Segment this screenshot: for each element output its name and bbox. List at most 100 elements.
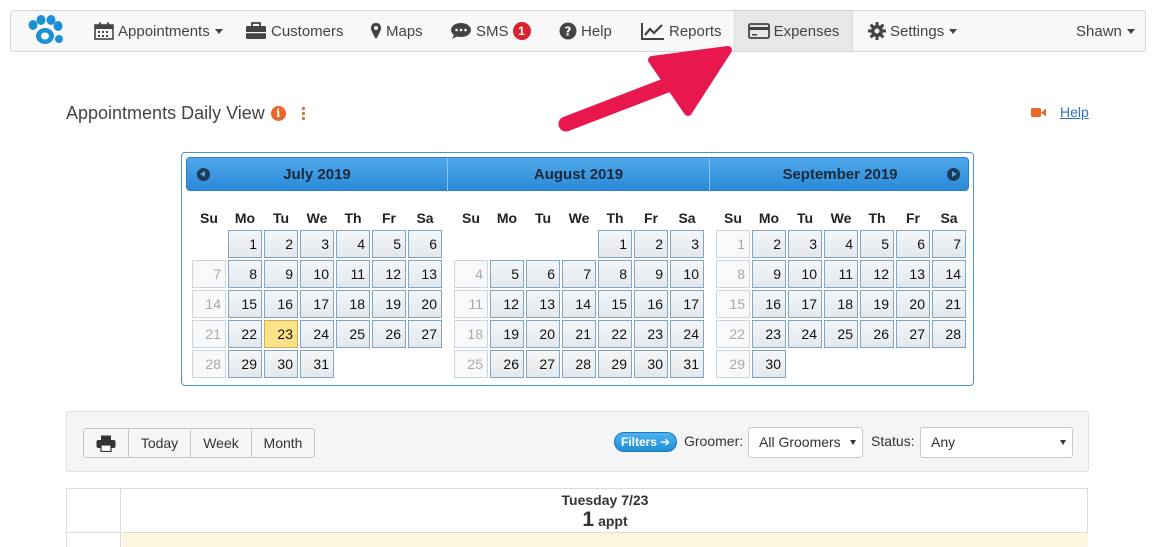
calendar-day[interactable]: 12 — [860, 260, 894, 288]
calendar-day[interactable]: 3 — [788, 230, 822, 258]
calendar-day[interactable]: 9 — [264, 260, 298, 288]
calendar-day[interactable]: 17 — [788, 290, 822, 318]
calendar-day[interactable]: 29 — [598, 350, 632, 378]
calendar-day[interactable]: 10 — [788, 260, 822, 288]
calendar-day[interactable]: 21 — [932, 290, 966, 318]
calendar-day[interactable]: 7 — [932, 230, 966, 258]
calendar-day[interactable]: 30 — [264, 350, 298, 378]
calendar-day-sunday[interactable]: 1 — [716, 230, 750, 258]
calendar-day-sunday[interactable]: 21 — [192, 320, 226, 348]
calendar-day[interactable]: 16 — [264, 290, 298, 318]
calendar-day[interactable]: 29 — [228, 350, 262, 378]
calendar-day[interactable]: 11 — [336, 260, 370, 288]
calendar-day[interactable]: 13 — [526, 290, 560, 318]
user-menu[interactable]: Shawn — [1076, 11, 1135, 51]
calendar-day[interactable]: 26 — [860, 320, 894, 348]
calendar-day[interactable]: 22 — [228, 320, 262, 348]
day-column-header[interactable]: Tuesday 7/23 1 appt — [122, 489, 1088, 533]
calendar-day[interactable]: 17 — [670, 290, 704, 318]
calendar-day[interactable]: 19 — [372, 290, 406, 318]
calendar-day[interactable]: 8 — [598, 260, 632, 288]
calendar-day[interactable]: 3 — [670, 230, 704, 258]
calendar-day[interactable]: 22 — [598, 320, 632, 348]
nav-sms[interactable]: SMS 1 — [450, 11, 531, 51]
calendar-day[interactable]: 14 — [562, 290, 596, 318]
calendar-day-sunday[interactable]: 11 — [454, 290, 488, 318]
calendar-day[interactable]: 19 — [860, 290, 894, 318]
calendar-day[interactable]: 27 — [896, 320, 930, 348]
calendar-day[interactable]: 12 — [372, 260, 406, 288]
calendar-day[interactable]: 6 — [896, 230, 930, 258]
filters-button[interactable]: Filters ➔ — [614, 432, 677, 452]
calendar-day-sunday[interactable]: 28 — [192, 350, 226, 378]
calendar-day[interactable]: 30 — [634, 350, 668, 378]
calendar-day[interactable]: 31 — [300, 350, 334, 378]
status-select[interactable]: Any — [920, 427, 1073, 458]
calendar-day[interactable]: 25 — [336, 320, 370, 348]
calendar-day[interactable]: 6 — [408, 230, 442, 258]
calendar-day-sunday[interactable]: 7 — [192, 260, 226, 288]
nav-appointments[interactable]: Appointments — [94, 11, 223, 51]
calendar-day-sunday[interactable]: 15 — [716, 290, 750, 318]
info-icon[interactable]: i — [270, 106, 286, 121]
calendar-day[interactable]: 17 — [300, 290, 334, 318]
calendar-day[interactable]: 24 — [670, 320, 704, 348]
week-button[interactable]: Week — [190, 428, 252, 458]
calendar-day[interactable]: 9 — [634, 260, 668, 288]
calendar-day[interactable]: 5 — [860, 230, 894, 258]
nav-settings[interactable]: Settings — [868, 11, 958, 51]
paw-logo-icon[interactable] — [25, 14, 65, 48]
calendar-day[interactable]: 28 — [932, 320, 966, 348]
calendar-day[interactable]: 9 — [752, 260, 786, 288]
calendar-day[interactable]: 13 — [896, 260, 930, 288]
calendar-day-sunday[interactable]: 8 — [716, 260, 750, 288]
calendar-day[interactable]: 4 — [336, 230, 370, 258]
calendar-day[interactable]: 1 — [598, 230, 632, 258]
calendar-day[interactable]: 10 — [670, 260, 704, 288]
help-link-text[interactable]: Help — [1060, 104, 1089, 120]
print-button[interactable] — [83, 428, 129, 458]
calendar-day[interactable]: 20 — [408, 290, 442, 318]
calendar-day[interactable]: 15 — [598, 290, 632, 318]
calendar-day-selected[interactable]: 23 — [264, 320, 298, 348]
calendar-day[interactable]: 8 — [228, 260, 262, 288]
calendar-day[interactable]: 13 — [408, 260, 442, 288]
calendar-day[interactable]: 30 — [752, 350, 786, 378]
today-button[interactable]: Today — [128, 428, 191, 458]
calendar-day[interactable]: 26 — [372, 320, 406, 348]
calendar-day[interactable]: 10 — [300, 260, 334, 288]
calendar-day[interactable]: 12 — [490, 290, 524, 318]
calendar-day-sunday[interactable]: 25 — [454, 350, 488, 378]
calendar-day[interactable]: 16 — [752, 290, 786, 318]
calendar-day[interactable]: 26 — [490, 350, 524, 378]
more-options-icon[interactable] — [301, 107, 305, 120]
calendar-day[interactable]: 2 — [752, 230, 786, 258]
calendar-day[interactable]: 28 — [562, 350, 596, 378]
calendar-day[interactable]: 7 — [562, 260, 596, 288]
calendar-day[interactable]: 20 — [896, 290, 930, 318]
calendar-day[interactable]: 6 — [526, 260, 560, 288]
day-column-body[interactable] — [122, 533, 1088, 547]
calendar-day[interactable]: 2 — [264, 230, 298, 258]
calendar-day[interactable]: 18 — [336, 290, 370, 318]
groomer-select[interactable]: All Groomers — [748, 427, 863, 458]
calendar-day[interactable]: 23 — [752, 320, 786, 348]
calendar-day[interactable]: 4 — [824, 230, 858, 258]
nav-maps[interactable]: Maps — [370, 11, 423, 51]
calendar-day[interactable]: 20 — [526, 320, 560, 348]
calendar-day[interactable]: 24 — [300, 320, 334, 348]
calendar-day[interactable]: 21 — [562, 320, 596, 348]
calendar-day-sunday[interactable]: 18 — [454, 320, 488, 348]
calendar-day[interactable]: 1 — [228, 230, 262, 258]
calendar-day[interactable]: 24 — [788, 320, 822, 348]
help-video-link[interactable]: Help — [1031, 104, 1089, 120]
nav-expenses[interactable]: Expenses — [734, 11, 853, 51]
month-button[interactable]: Month — [251, 428, 315, 458]
calendar-day[interactable]: 14 — [932, 260, 966, 288]
calendar-day-sunday[interactable]: 29 — [716, 350, 750, 378]
calendar-day[interactable]: 3 — [300, 230, 334, 258]
calendar-day[interactable]: 25 — [824, 320, 858, 348]
calendar-day[interactable]: 2 — [634, 230, 668, 258]
calendar-day[interactable]: 31 — [670, 350, 704, 378]
calendar-day[interactable]: 5 — [490, 260, 524, 288]
